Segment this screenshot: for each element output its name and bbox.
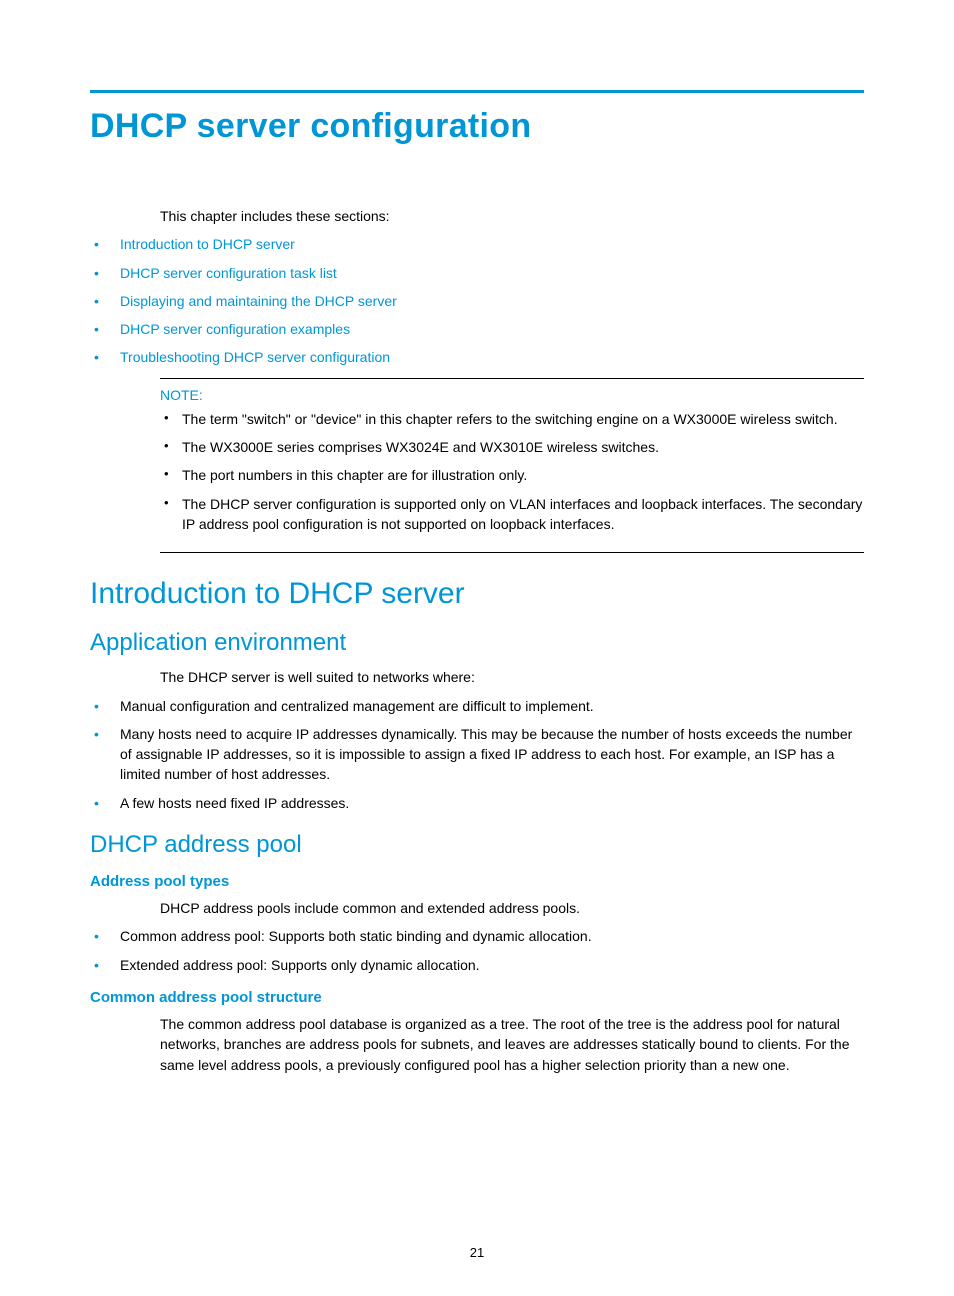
note-item: The port numbers in this chapter are for… xyxy=(160,465,864,485)
page-number: 21 xyxy=(0,1245,954,1260)
note-box: NOTE: The term "switch" or "device" in t… xyxy=(160,378,864,553)
note-item: The DHCP server configuration is support… xyxy=(160,494,864,535)
pool-types-lead: DHCP address pools include common and ex… xyxy=(160,898,864,918)
toc-link-intro[interactable]: Introduction to DHCP server xyxy=(120,236,295,252)
page: DHCP server configuration This chapter i… xyxy=(0,0,954,1296)
note-item: The term "switch" or "device" in this ch… xyxy=(160,409,864,429)
list-item: Many hosts need to acquire IP addresses … xyxy=(90,724,864,785)
note-list: The term "switch" or "device" in this ch… xyxy=(160,409,864,534)
toc-link-display[interactable]: Displaying and maintaining the DHCP serv… xyxy=(120,293,397,309)
heading-intro-dhcp: Introduction to DHCP server xyxy=(90,577,864,611)
list-item: Extended address pool: Supports only dyn… xyxy=(90,955,864,975)
toc-item: DHCP server configuration examples xyxy=(90,319,864,339)
heading-pool-types: Address pool types xyxy=(90,873,864,890)
toc-item: Displaying and maintaining the DHCP serv… xyxy=(90,291,864,311)
pool-types-list: Common address pool: Supports both stati… xyxy=(90,926,864,975)
toc-link-examples[interactable]: DHCP server configuration examples xyxy=(120,321,350,337)
heading-dhcp-pool: DHCP address pool xyxy=(90,831,864,859)
top-rule xyxy=(90,90,864,93)
toc-link-troubleshoot[interactable]: Troubleshooting DHCP server configuratio… xyxy=(120,349,390,365)
pool-structure-body: The common address pool database is orga… xyxy=(160,1014,864,1075)
note-item: The WX3000E series comprises WX3024E and… xyxy=(160,437,864,457)
note-label: NOTE: xyxy=(160,387,864,403)
toc-item: DHCP server configuration task list xyxy=(90,263,864,283)
heading-app-env: Application environment xyxy=(90,629,864,657)
toc-item: Introduction to DHCP server xyxy=(90,234,864,254)
list-item: Manual configuration and centralized man… xyxy=(90,696,864,716)
page-title: DHCP server configuration xyxy=(90,107,864,146)
app-env-lead: The DHCP server is well suited to networ… xyxy=(160,667,864,687)
toc-item: Troubleshooting DHCP server configuratio… xyxy=(90,347,864,367)
list-item: Common address pool: Supports both stati… xyxy=(90,926,864,946)
heading-pool-structure: Common address pool structure xyxy=(90,989,864,1006)
app-env-list: Manual configuration and centralized man… xyxy=(90,696,864,813)
list-item: A few hosts need fixed IP addresses. xyxy=(90,793,864,813)
toc-list: Introduction to DHCP server DHCP server … xyxy=(90,234,864,367)
intro-text: This chapter includes these sections: xyxy=(160,206,864,226)
toc-link-tasklist[interactable]: DHCP server configuration task list xyxy=(120,265,337,281)
